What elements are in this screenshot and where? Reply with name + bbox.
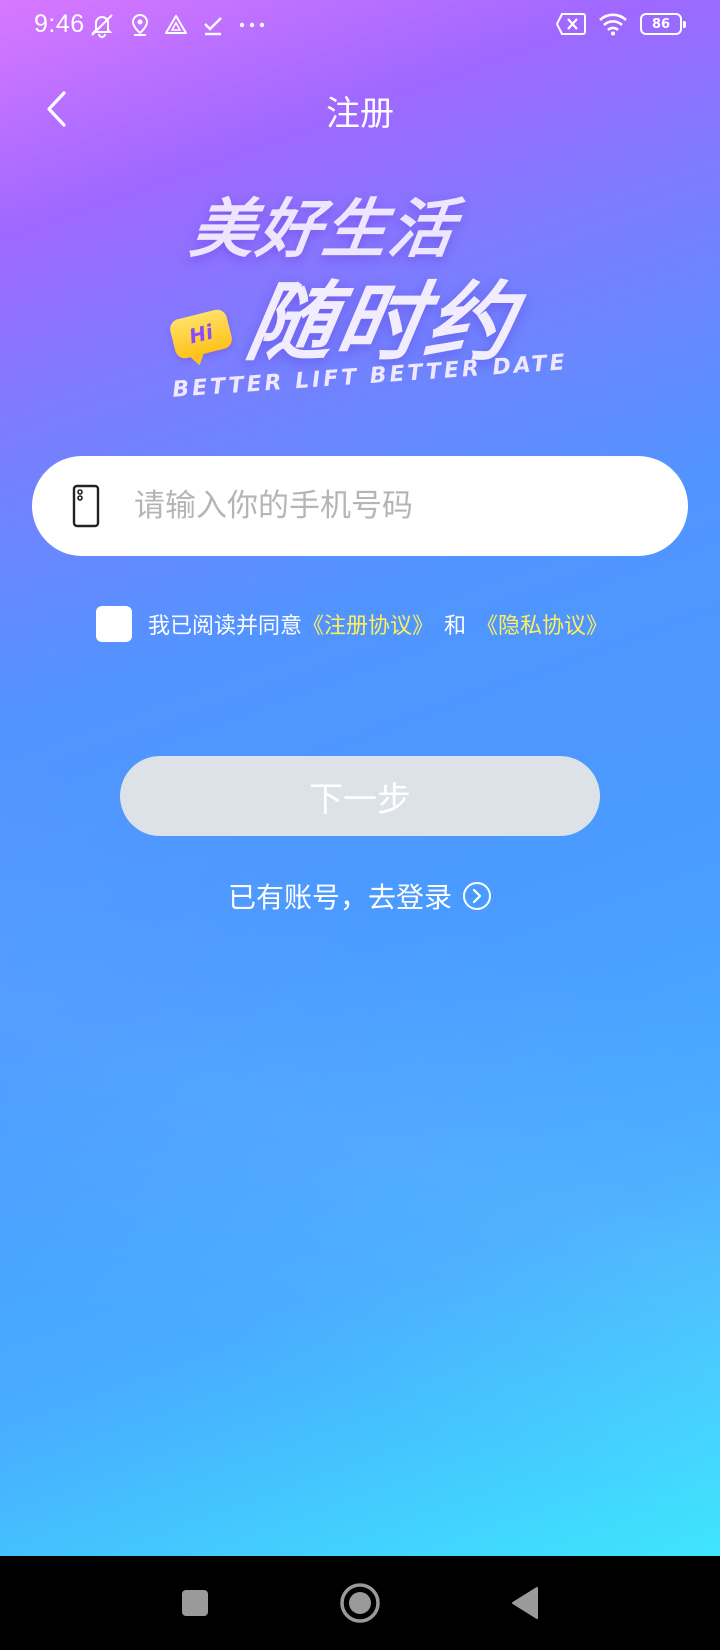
phone-icon bbox=[72, 484, 100, 528]
more-dots-icon bbox=[239, 22, 265, 28]
back-triangle-icon bbox=[512, 1587, 538, 1619]
download-done-icon bbox=[204, 17, 222, 36]
location-icon bbox=[131, 13, 149, 36]
sim-x-icon bbox=[556, 13, 586, 35]
system-nav-bar bbox=[0, 1556, 720, 1650]
go-login-link[interactable]: 已有账号，去登录 bbox=[0, 876, 720, 916]
home-circle-icon bbox=[340, 1583, 380, 1623]
register-screen: 9:46 86 注册 美好生活 随时约 Hi BETTER LIFT BETTE… bbox=[0, 0, 720, 1556]
wifi-icon bbox=[599, 13, 627, 36]
phone-field[interactable] bbox=[32, 456, 688, 556]
battery-icon: 86 bbox=[640, 13, 686, 35]
register-agreement-link[interactable]: 《注册协议》 bbox=[302, 608, 434, 640]
drive-icon bbox=[165, 15, 187, 34]
recents-button[interactable] bbox=[170, 1578, 220, 1628]
next-step-button[interactable]: 下一步 bbox=[120, 756, 600, 836]
recents-square-icon bbox=[182, 1590, 208, 1616]
go-login-label: 已有账号，去登录 bbox=[227, 881, 452, 914]
phone-input[interactable] bbox=[132, 487, 688, 525]
hi-badge: Hi bbox=[168, 307, 234, 361]
back-nav-button[interactable] bbox=[500, 1578, 550, 1628]
agreement-row: 我已阅读并同意 《注册协议》 和 《隐私协议》 bbox=[96, 606, 608, 642]
status-icons-right: 86 bbox=[556, 12, 686, 36]
status-time: 9:46 bbox=[34, 10, 85, 38]
home-button[interactable] bbox=[335, 1578, 385, 1628]
privacy-agreement-link[interactable]: 《隐私协议》 bbox=[476, 608, 608, 640]
agreement-and: 和 bbox=[444, 614, 467, 639]
mute-vibrate-icon bbox=[91, 14, 113, 38]
agree-checkbox[interactable] bbox=[96, 606, 132, 642]
hero-slogan: 美好生活 随时约 Hi BETTER LIFT BETTER DATE bbox=[168, 178, 568, 408]
status-icons-left bbox=[88, 12, 266, 38]
chevron-right-circle-icon bbox=[463, 882, 491, 910]
agreement-prefix: 我已阅读并同意 bbox=[148, 614, 303, 639]
battery-level: 86 bbox=[651, 16, 671, 32]
page-title: 注册 bbox=[326, 94, 394, 134]
status-bar: 9:46 86 bbox=[0, 0, 720, 54]
